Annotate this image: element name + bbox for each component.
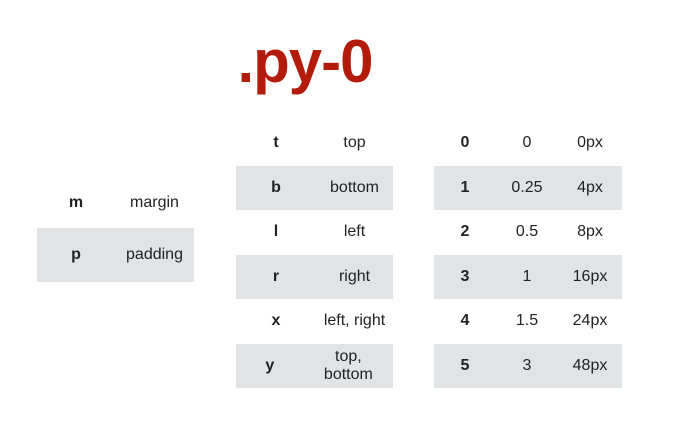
property-name: padding xyxy=(126,246,183,263)
side-name: top xyxy=(343,134,366,152)
table-row: y top, bottom xyxy=(236,343,393,388)
side-name: bottom xyxy=(330,178,379,196)
size-px: 0px xyxy=(577,134,603,152)
size-rem: 0 xyxy=(522,134,532,152)
sides-table: t top b bottom l left r right x left, ri… xyxy=(236,121,393,388)
table-row: x left, right xyxy=(236,299,393,344)
size-key: 2 xyxy=(460,223,470,241)
table-row: m margin xyxy=(37,178,194,228)
size-rem: 0.25 xyxy=(511,178,543,196)
size-rem: 0.5 xyxy=(515,223,539,241)
side-abbr: x xyxy=(271,312,281,330)
size-key: 1 xyxy=(460,178,470,196)
property-abbr: p xyxy=(71,246,81,263)
table-row: p padding xyxy=(37,228,194,282)
table-row: 4 1.5 24px xyxy=(434,299,622,344)
size-key: 5 xyxy=(460,356,470,374)
table-row: 5 3 48px xyxy=(434,343,622,388)
size-px: 8px xyxy=(577,223,603,241)
size-rem: 1.5 xyxy=(515,312,539,330)
size-key: 3 xyxy=(460,267,470,285)
property-abbr: m xyxy=(68,194,84,211)
side-name: left, right xyxy=(323,312,386,330)
table-row: l left xyxy=(236,210,393,255)
property-table: m margin p padding xyxy=(37,178,194,282)
size-px: 4px xyxy=(577,178,603,196)
table-row: 2 0.5 8px xyxy=(434,210,622,255)
table-row: b bottom xyxy=(236,165,393,210)
size-rem: 1 xyxy=(522,267,532,285)
side-abbr: l xyxy=(273,223,279,241)
size-table: 0 0 0px 1 0.25 4px 2 0.5 8px 3 1 16px 4 … xyxy=(434,121,622,388)
side-abbr: r xyxy=(272,267,280,285)
table-row: t top xyxy=(236,121,393,166)
side-abbr: b xyxy=(271,178,281,196)
side-abbr: t xyxy=(273,134,279,152)
size-key: 0 xyxy=(460,134,470,152)
size-key: 4 xyxy=(460,312,470,330)
page-title: .py-0 xyxy=(237,28,373,95)
side-abbr: y xyxy=(265,356,275,374)
side-name: left xyxy=(343,223,366,241)
table-row: 3 1 16px xyxy=(434,254,622,299)
table-row: 1 0.25 4px xyxy=(434,165,622,210)
size-px: 48px xyxy=(572,356,608,374)
size-px: 16px xyxy=(572,267,608,285)
table-row: r right xyxy=(236,254,393,299)
side-name: top, bottom xyxy=(323,347,373,383)
property-name: margin xyxy=(130,194,179,211)
table-row: 0 0 0px xyxy=(434,121,622,166)
side-name: right xyxy=(338,267,371,285)
size-rem: 3 xyxy=(522,356,532,374)
size-px: 24px xyxy=(572,312,608,330)
